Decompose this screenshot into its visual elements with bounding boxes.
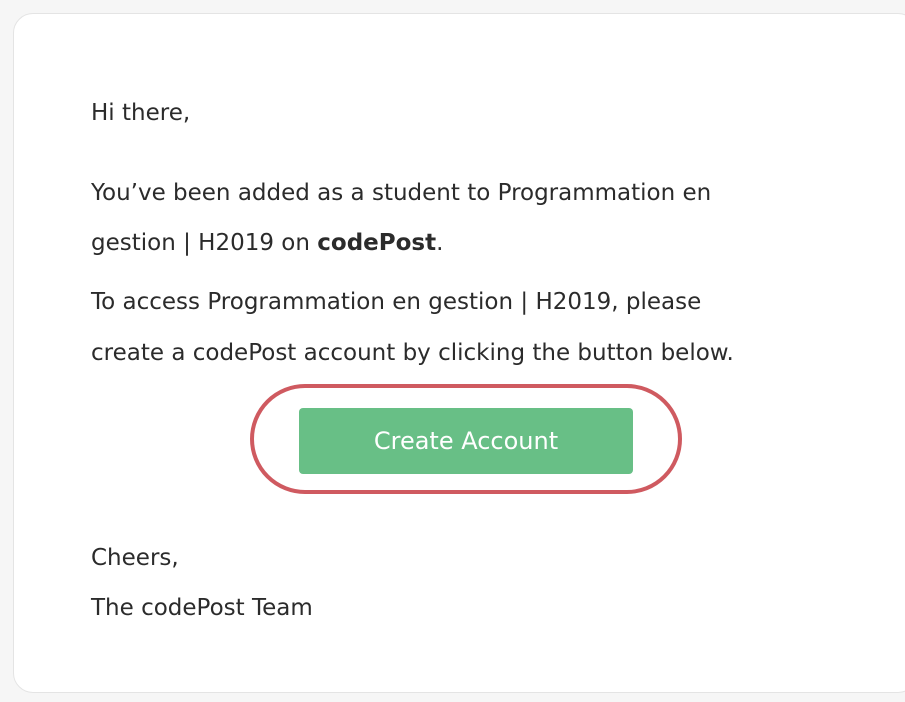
body-line-3: To access Programmation en gestion | H20… xyxy=(91,289,702,315)
body-line-2-suffix: . xyxy=(436,230,444,256)
create-account-button[interactable]: Create Account xyxy=(299,408,633,474)
signoff-text: Cheers, xyxy=(91,545,179,571)
brand-name: codePost xyxy=(317,230,437,256)
email-card: Hi there, You’ve been added as a student… xyxy=(13,13,905,693)
body-line-2: gestion | H2019 on codePost. xyxy=(91,232,443,255)
greeting-text: Hi there, xyxy=(91,100,191,126)
body-line-2-prefix: gestion | H2019 on xyxy=(91,230,318,256)
body-line-1: You’ve been added as a student to Progra… xyxy=(91,180,712,206)
signature-text: The codePost Team xyxy=(91,595,313,621)
body-line-4: create a codePost account by clicking th… xyxy=(91,340,734,366)
